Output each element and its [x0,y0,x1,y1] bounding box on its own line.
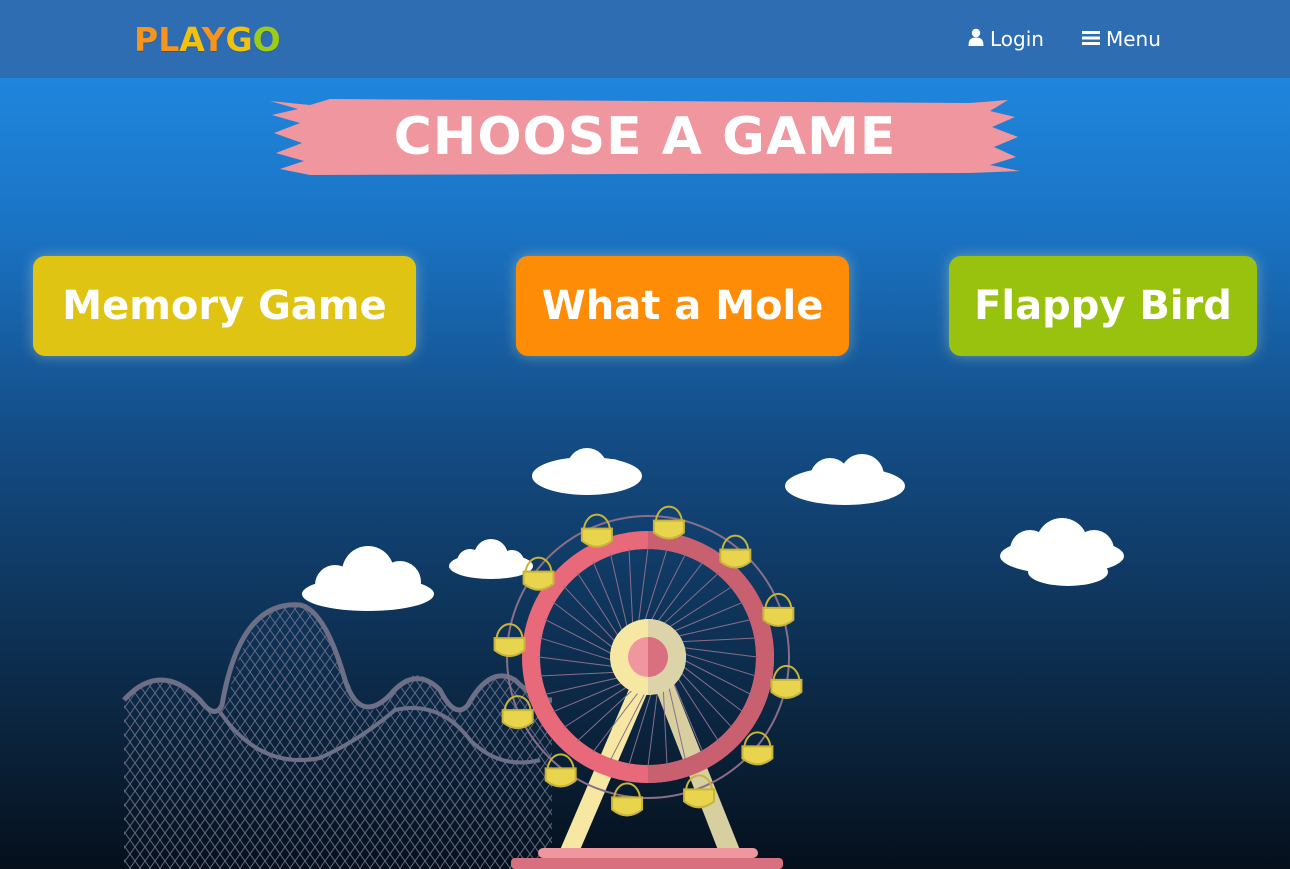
gondola [544,753,577,788]
wheel-spoke [662,682,668,766]
logo-letter: G [225,20,253,59]
logo-letter: L [158,20,180,59]
cloud [532,448,642,495]
wheel-spoke [673,671,720,742]
gondola [770,664,803,699]
cloud [1000,518,1124,586]
wheel-spoke [563,682,634,729]
flappy-bird-button[interactable]: Flappy Bird [949,256,1257,356]
wheel-spoke [539,637,619,663]
user-icon [968,24,984,54]
wheel-spoke [552,679,629,713]
gondola [522,556,555,591]
menu-label: Menu [1106,27,1161,51]
login-label: Login [990,27,1044,51]
cloud [302,546,434,611]
wheel-spoke [592,561,626,638]
wheel-spoke [628,686,654,766]
gondola [762,592,795,627]
wheel-spoke [657,572,720,630]
wheel-spoke [637,546,649,629]
wheel-spoke [666,679,687,761]
login-link[interactable]: Login [968,24,1044,54]
wheel-spoke [544,675,626,696]
wheel-spoke [537,656,620,668]
wheel-spoke [670,676,704,753]
wheel-spoke [609,553,630,635]
ferris-wheel [493,505,803,869]
gondola [611,782,644,817]
wheel-spoke [576,684,639,742]
logo-letter: P [134,20,159,59]
gondola [719,534,752,569]
roller-coaster [122,602,553,869]
cloud-group [302,448,1124,611]
wheel-spoke [677,656,752,696]
gondola [652,505,685,540]
wheel-spoke [676,646,759,658]
logo-letter: O [252,20,281,59]
wheel-spoke [576,572,623,643]
gondola [683,774,716,809]
wheel-spoke [647,553,687,628]
top-navbar: PLAYGO Login Menu [0,0,1290,78]
wheel-spoke [544,618,619,658]
what-a-mole-button[interactable]: What a Mole [516,256,849,356]
wheel-spoke [667,601,744,635]
wheel-spoke [675,666,733,729]
playgo-logo[interactable]: PLAYGO [134,20,281,60]
wheel-spoke [662,585,733,632]
cloud [785,454,905,505]
wheel-spoke [652,561,704,628]
wheel-spoke [539,671,623,677]
gondola [741,731,774,766]
gondola [501,695,534,730]
logo-letter: A [179,20,202,59]
wheel-spoke [647,685,659,768]
cloud [449,539,533,579]
wheel-spoke [670,618,752,639]
wheel-spoke [592,686,644,753]
bars-icon [1082,24,1100,54]
gondola [493,623,526,658]
gondola [580,513,613,548]
wheel-spoke [677,651,757,677]
menu-button[interactable]: Menu [1082,24,1161,54]
wheel-spoke [673,637,757,643]
wheel-spoke [552,601,619,653]
memory-game-button[interactable]: Memory Game [33,256,416,356]
wheel-spoke [677,661,744,713]
wheel-spoke [642,548,668,628]
wheel-spoke [563,585,621,648]
banner-title: CHOOSE A GAME [393,107,897,167]
choose-a-game-banner: CHOOSE A GAME [270,97,1020,177]
wheel-spoke [628,548,634,632]
logo-letter: Y [201,20,226,59]
wheel-spoke [609,686,649,761]
